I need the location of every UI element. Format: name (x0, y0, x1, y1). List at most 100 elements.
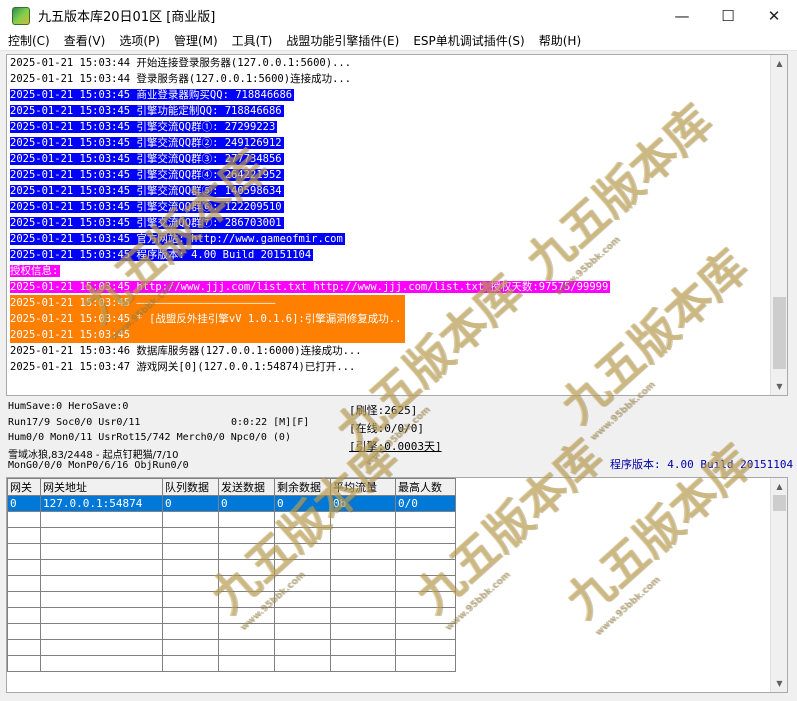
menu-esp-plugin[interactable]: ESP单机调试插件(S) (406, 32, 531, 49)
table-cell (7, 543, 41, 560)
table-cell (274, 607, 331, 624)
table-cell (218, 655, 275, 672)
online-label: [在线:0/0/0] (349, 422, 424, 435)
scroll-up-icon[interactable]: ▲ (771, 55, 787, 72)
col-send-data[interactable]: 发送数据 (218, 478, 275, 496)
maximize-button[interactable]: ☐ (705, 0, 751, 31)
table-cell (40, 511, 163, 528)
table-scroll-down-icon[interactable]: ▼ (771, 675, 787, 692)
table-row[interactable] (7, 623, 456, 640)
minimize-button[interactable]: — (659, 0, 705, 31)
log-scroll-thumb[interactable] (773, 297, 786, 369)
menu-options[interactable]: 选项(P) (112, 32, 167, 49)
log-text: 2025-01-21 15:03:45 * [战盟反外挂引擎vV 1.0.1.6… (10, 311, 405, 327)
table-cell (274, 511, 331, 528)
col-average-traffic[interactable]: 平均流量 (330, 478, 396, 496)
table-cell (162, 623, 219, 640)
window-title: 九五版本库20日01区 [商业版] (38, 10, 216, 25)
log-text: 2025-01-21 15:03:45 http://www.jjj.com/l… (10, 281, 611, 293)
table-cell (7, 527, 41, 544)
table-cell (40, 591, 163, 608)
table-cell (274, 639, 331, 656)
table-cell (7, 575, 41, 592)
scroll-down-icon[interactable]: ▼ (771, 378, 787, 395)
table-cell (274, 527, 331, 544)
table-cell (274, 543, 331, 560)
log-text: 2025-01-21 15:03:44 登录服务器(127.0.0.1:5600… (10, 73, 352, 85)
menu-alliance-plugin[interactable]: 战盟功能引擎插件(E) (279, 32, 406, 49)
title-bar: 九五版本库20日01区 [商业版] — ☐ ✕ (0, 0, 797, 31)
status-panel: HumSave:0 HeroSave:0 Run17/9 Soc0/0 Usr0… (0, 398, 797, 476)
log-line: 2025-01-21 15:03:45 * [战盟反外挂引擎vV 1.0.1.6… (7, 311, 771, 327)
table-cell (395, 655, 456, 672)
log-line: 2025-01-21 15:03:46 数据库服务器(127.0.0.1:600… (7, 343, 771, 359)
log-panel[interactable]: 2025-01-21 15:03:44 开始连接登录服务器(127.0.0.1:… (6, 54, 788, 396)
table-cell (162, 639, 219, 656)
table-cell (162, 607, 219, 624)
table-cell (274, 623, 331, 640)
table-cell (395, 639, 456, 656)
table-cell (330, 543, 396, 560)
table-cell (330, 559, 396, 576)
table-cell (7, 559, 41, 576)
log-lines: 2025-01-21 15:03:44 开始连接登录服务器(127.0.0.1:… (7, 55, 771, 375)
table-row[interactable] (7, 543, 456, 560)
col-max-users[interactable]: 最高人数 (395, 478, 456, 496)
table-row[interactable] (7, 655, 456, 672)
log-line: 2025-01-21 15:03:44 开始连接登录服务器(127.0.0.1:… (7, 55, 771, 71)
table-scrollbar[interactable]: ▲ ▼ (770, 478, 787, 692)
table-cell (40, 655, 163, 672)
log-scrollbar[interactable]: ▲ ▼ (770, 55, 787, 395)
log-text: 2025-01-21 15:03:45 引擎交流QQ群④: 264221952 (10, 169, 284, 181)
log-text: 2025-01-21 15:03:45 ————————————————————… (10, 295, 405, 311)
col-gateway[interactable]: 网关 (7, 478, 41, 496)
table-row[interactable] (7, 591, 456, 608)
log-text: 2025-01-21 15:03:45 引擎功能定制QQ: 718846686 (10, 105, 284, 117)
menu-control[interactable]: 控制(C) (0, 32, 57, 49)
engine-label[interactable]: [引擎:0.0003天] (349, 438, 442, 454)
window-controls: — ☐ ✕ (659, 0, 797, 31)
table-row[interactable] (7, 639, 456, 656)
status-map: 雪域冰狼,83/2448 - 起点钉耙猫/7/10 (8, 450, 179, 461)
table-cell (162, 575, 219, 592)
table-cell (218, 591, 275, 608)
menu-help[interactable]: 帮助(H) (532, 32, 588, 49)
log-text: 授权信息: (10, 265, 61, 277)
table-cell (395, 543, 456, 560)
table-row[interactable] (7, 511, 456, 528)
close-button[interactable]: ✕ (751, 0, 797, 31)
table-cell (395, 591, 456, 608)
status-time: 0:0:22 [M][F] (231, 417, 310, 428)
table-cell (7, 623, 41, 640)
table-cell (218, 511, 275, 528)
col-gateway-address[interactable]: 网关地址 (40, 478, 163, 496)
menu-manage[interactable]: 管理(M) (167, 32, 225, 49)
menu-tools[interactable]: 工具(T) (225, 32, 280, 49)
table-cell (218, 639, 275, 656)
log-line: 2025-01-21 15:03:45 引擎功能定制QQ: 718846686 (7, 103, 771, 119)
menu-view[interactable]: 查看(V) (57, 32, 113, 49)
table-cell (40, 607, 163, 624)
table-cell: 127.0.0.1:54874 (40, 495, 163, 512)
table-row[interactable] (7, 527, 456, 544)
table-row[interactable] (7, 575, 456, 592)
table-row[interactable]: 0 127.0.0.1:54874 0 0 0 0b 0/0 (7, 495, 456, 512)
table-scroll-thumb[interactable] (773, 495, 786, 511)
table-cell (40, 543, 163, 560)
table-cell (395, 575, 456, 592)
log-text: 2025-01-21 15:03:45 引擎交流QQ群①: 27299223 (10, 121, 278, 133)
table-cell (330, 527, 396, 544)
log-text: 2025-01-21 15:03:45 商业登录器购买QQ: 718846686 (10, 89, 295, 101)
table-row[interactable] (7, 607, 456, 624)
col-queue-data[interactable]: 队列数据 (162, 478, 219, 496)
status-hum: Hum0/0 Mon0/11 UsrRot15/742 Merch0/0 Npc… (8, 432, 291, 443)
table-cell (162, 655, 219, 672)
log-line: 2025-01-21 15:03:45 引擎交流QQ群⑤: 140598634 (7, 183, 771, 199)
table-cell (330, 623, 396, 640)
table-cell (162, 527, 219, 544)
col-remaining-data[interactable]: 剩余数据 (274, 478, 331, 496)
table-row[interactable] (7, 559, 456, 576)
table-cell (330, 655, 396, 672)
status-save: HumSave:0 HeroSave:0 (8, 401, 129, 412)
table-scroll-up-icon[interactable]: ▲ (771, 478, 787, 495)
